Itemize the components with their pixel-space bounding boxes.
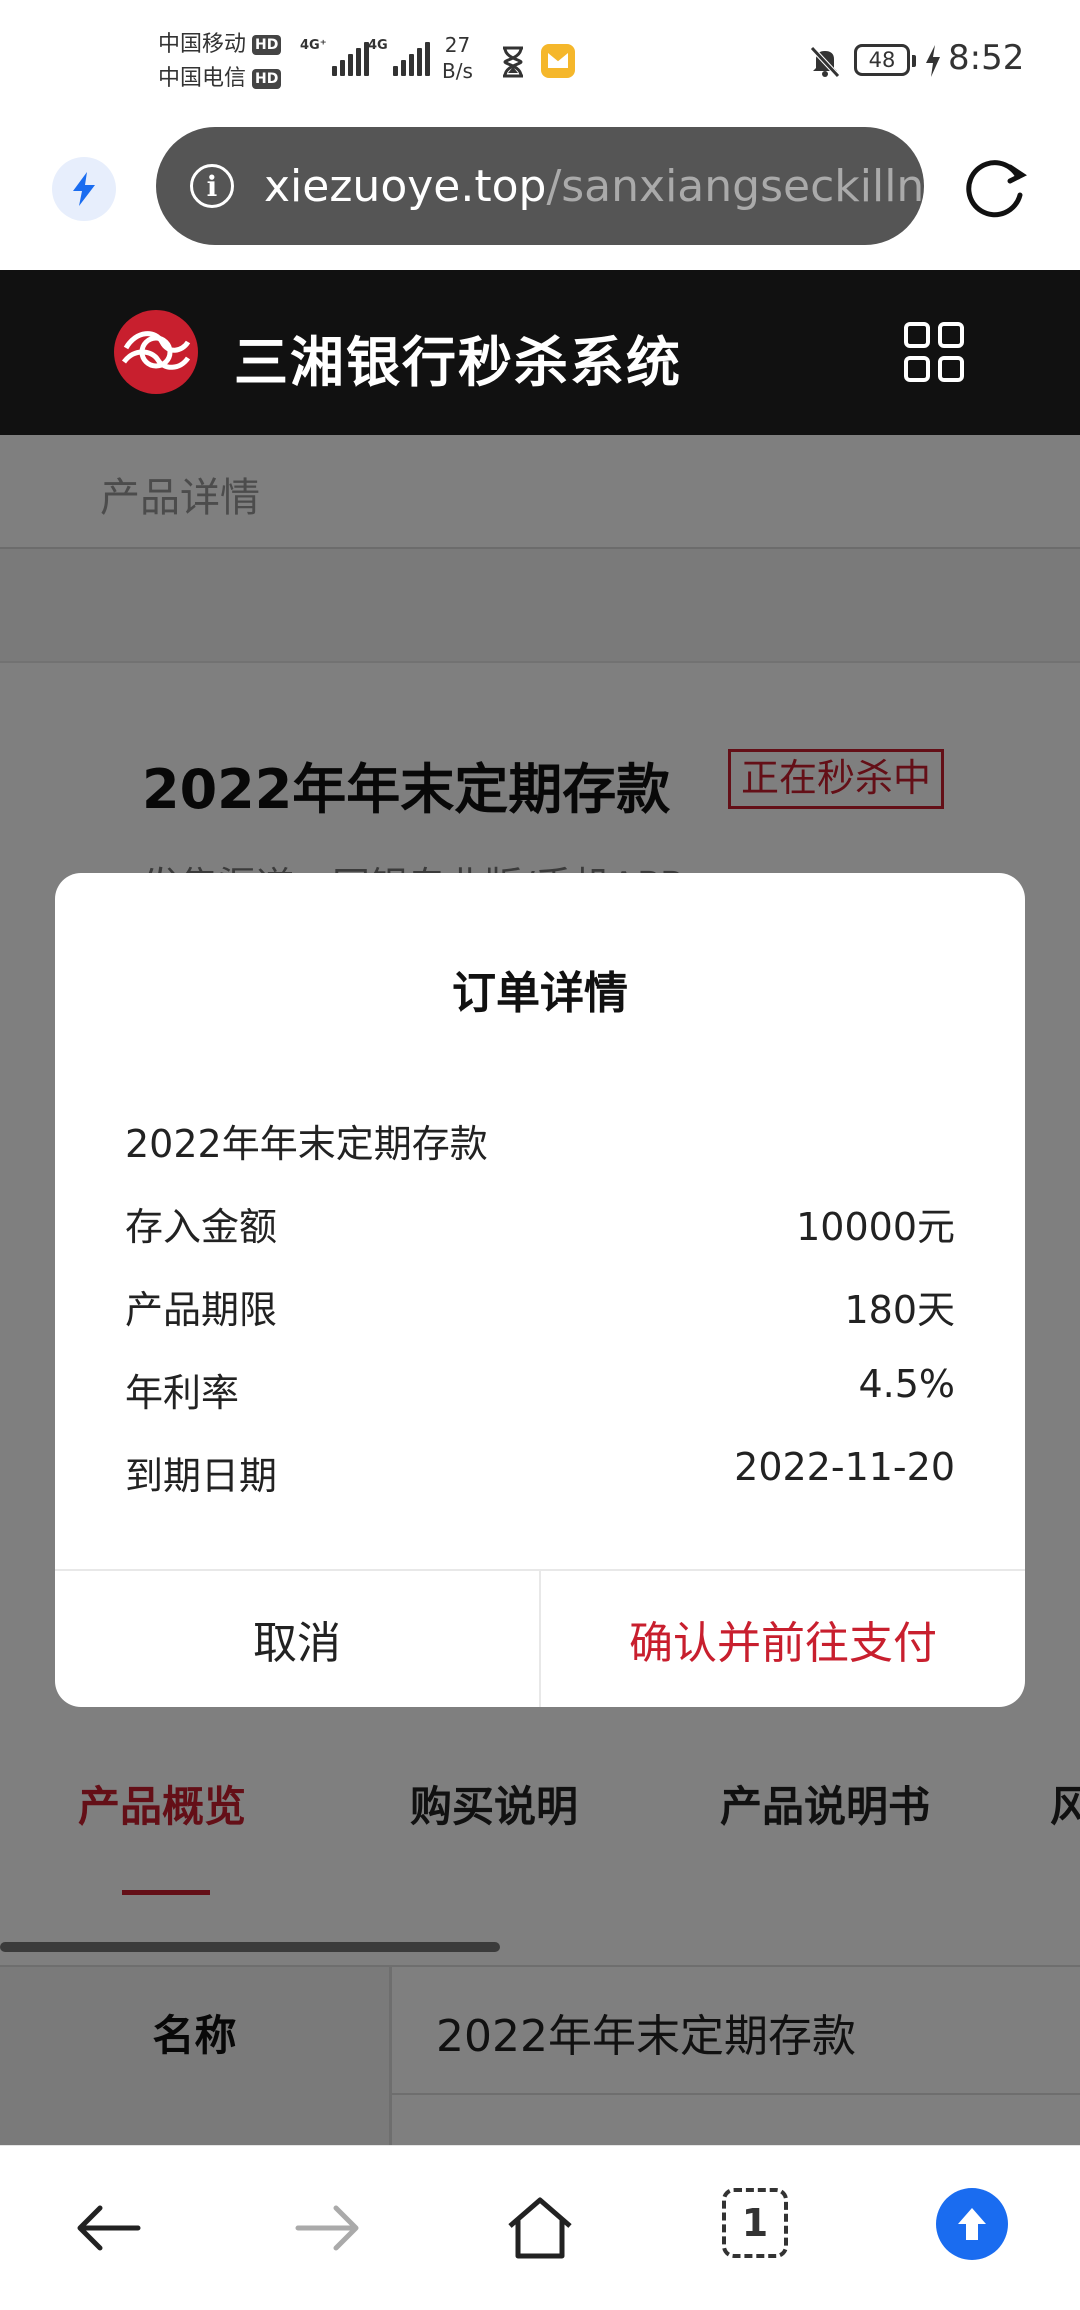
back-arrow-icon[interactable] [72,2190,148,2266]
dialog-footer: 取消 确认并前往支付 [55,1569,1025,1707]
speed-value: 27 [444,33,471,57]
tabs-count-button[interactable]: 1 [722,2188,788,2258]
row-value: 2022-11-20 [734,1445,955,1489]
battery-icon: 48 [854,44,916,76]
menu-grid-icon[interactable] [904,322,964,382]
url-field[interactable]: i xiezuoye.top/sanxiangseckilln [156,127,924,245]
carrier-info: 中国移动 HD 中国电信 HD [158,28,282,96]
row-value: 10000元 [796,1205,955,1249]
bell-muted-icon [810,46,840,78]
url-path: /sanxiangseckilln [546,160,924,212]
site-header: 三湘银行秒杀系统 [0,270,1080,435]
cancel-button[interactable]: 取消 [55,1571,541,1707]
signal-icon: 4G [368,38,430,76]
order-details-dialog: 订单详情 2022年年末定期存款 存入金额 10000元 产品期限 180天 年… [55,873,1025,1707]
order-product-name: 2022年年末定期存款 [125,1122,488,1166]
hourglass-icon [503,46,523,78]
lightning-icon[interactable] [52,157,116,221]
carrier-1: 中国移动 [158,32,247,57]
url-text[interactable]: xiezuoye.top/sanxiangseckilln [264,161,924,212]
order-row-maturity: 到期日期 2022-11-20 [125,1445,955,1500]
order-row-amount: 存入金额 10000元 [125,1196,955,1251]
row-label: 到期日期 [125,1454,278,1498]
reload-icon[interactable] [960,151,1032,223]
dialog-title: 订单详情 [452,968,628,1019]
signal-icon: 4G⁺ [300,38,369,76]
row-value: 180天 [844,1288,955,1332]
order-row-term: 产品期限 180天 [125,1279,955,1334]
network-type-1: 4G⁺ [300,38,327,53]
update-upload-icon[interactable] [936,2188,1008,2260]
url-domain: xiezuoye.top [264,160,547,212]
row-label: 产品期限 [125,1288,278,1332]
site-title: 三湘银行秒杀系统 [234,331,682,394]
home-icon[interactable] [502,2190,578,2266]
carrier-2: 中国电信 [158,66,247,91]
info-icon[interactable]: i [190,164,234,208]
row-value: 4.5% [858,1362,955,1406]
row-label: 存入金额 [125,1205,278,1249]
order-row-rate: 年利率 4.5% [125,1362,955,1417]
hd-badge: HD [252,35,282,55]
mail-notification-icon [541,44,575,78]
row-label: 年利率 [125,1371,240,1415]
status-bar: 中国移动 HD 中国电信 HD 4G⁺ 4G 27 B/s 48 8:52 [0,0,1080,125]
browser-address-bar: i xiezuoye.top/sanxiangseckilln [0,125,1080,270]
network-speed: 27 B/s [442,32,473,84]
clock: 8:52 [948,38,1025,78]
browser-bottom-bar: 1 [0,2145,1080,2310]
speed-unit: B/s [442,59,473,83]
forward-arrow-icon[interactable] [288,2190,364,2266]
network-type-2: 4G [368,38,388,53]
hd-badge: HD [252,69,282,89]
confirm-pay-button[interactable]: 确认并前往支付 [541,1571,1025,1707]
bank-logo [114,310,198,394]
charging-icon [926,45,940,77]
